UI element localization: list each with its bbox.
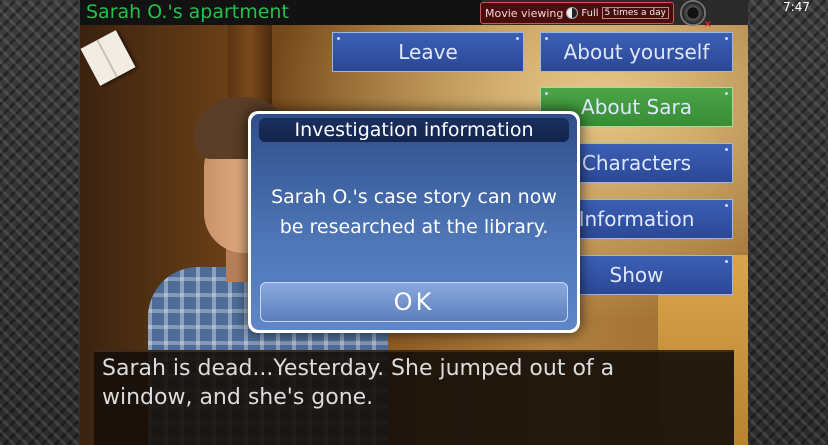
leave-button[interactable]: Leave [332, 32, 524, 72]
modal-message: Sarah O.'s case story can now be researc… [257, 182, 571, 242]
modal-message-line-1: Sarah O.'s case story can now [271, 186, 557, 208]
dialogue-box[interactable]: Sarah is dead...Yesterday. She jumped ou… [94, 350, 734, 445]
investigation-modal: Investigation information Sarah O.'s cas… [248, 111, 580, 333]
left-metal-frame [0, 0, 82, 445]
half-circle-icon [566, 7, 579, 19]
location-title: Sarah O.'s apartment [80, 0, 482, 25]
modal-message-line-2: be researched at the library. [279, 216, 549, 238]
right-metal-frame [748, 0, 828, 445]
dialogue-line-1: Sarah is dead...Yesterday. She jumped ou… [102, 356, 615, 381]
clock-time: 7:47 [783, 0, 810, 14]
movie-viewing-label: Movie viewing [485, 6, 564, 20]
modal-title: Investigation information [259, 118, 569, 142]
movie-mode-value: Full [581, 7, 599, 19]
memo-note-icon[interactable] [80, 30, 136, 86]
movie-times-badge: 5 times a day [601, 7, 669, 19]
hud-bar: Movie viewing Full 5 times a day × [480, 0, 712, 30]
movie-viewing-toggle[interactable]: Movie viewing Full 5 times a day [480, 2, 674, 24]
modal-panel: Investigation information Sarah O.'s cas… [251, 114, 577, 330]
about-yourself-button[interactable]: About yourself [540, 32, 733, 72]
close-icon: × [703, 19, 712, 30]
dialogue-line-2: window, and she's gone. [102, 385, 374, 410]
ok-button[interactable]: OK [260, 282, 568, 322]
film-reel-icon[interactable]: × [679, 0, 712, 30]
